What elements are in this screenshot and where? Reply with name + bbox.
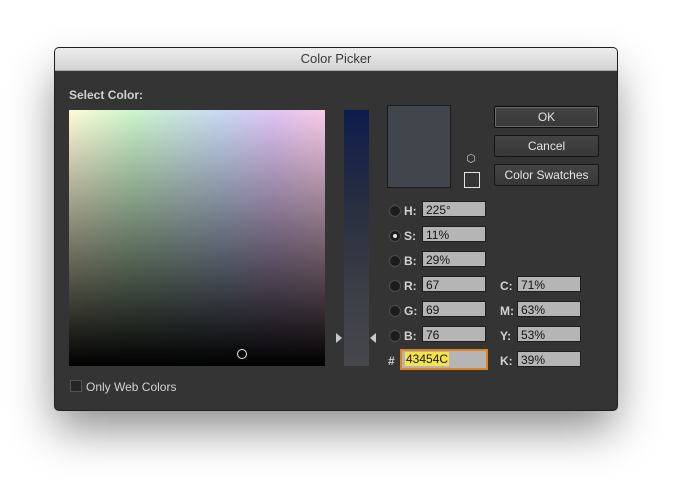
radio-s[interactable] (389, 230, 401, 242)
radio-g[interactable] (389, 305, 401, 317)
s-field[interactable]: 11% (422, 226, 486, 242)
only-web-colors-label[interactable]: Only Web Colors (86, 380, 176, 394)
web-safe-color-swatch[interactable] (464, 172, 480, 188)
b-field[interactable]: 29% (422, 251, 486, 267)
color-slider[interactable] (344, 110, 369, 366)
radio-h[interactable] (389, 205, 401, 217)
radio-b[interactable] (389, 255, 401, 267)
label-c: C: (500, 279, 513, 293)
m-field[interactable]: 63% (517, 301, 581, 317)
hex-hash-label: # (388, 354, 395, 368)
radio-blue[interactable] (389, 330, 401, 342)
g-field[interactable]: 69 (422, 301, 486, 317)
blue-field[interactable]: 76 (422, 326, 486, 342)
label-b: B: (404, 254, 417, 268)
select-color-label: Select Color: (69, 88, 144, 102)
label-g: G: (404, 304, 418, 318)
c-field[interactable]: 71% (517, 276, 581, 292)
h-field[interactable]: 225° (422, 201, 486, 217)
hex-value: 43454C (405, 352, 450, 366)
label-y: Y: (500, 329, 512, 343)
r-field[interactable]: 67 (422, 276, 486, 292)
slider-right-arrow[interactable] (370, 333, 376, 343)
y-field[interactable]: 53% (517, 326, 581, 342)
only-web-colors-checkbox[interactable] (70, 380, 82, 392)
web-safe-cube-icon[interactable]: ⬡ (465, 153, 477, 165)
k-field[interactable]: 39% (517, 351, 581, 367)
label-blue: B: (404, 329, 417, 343)
slider-left-arrow[interactable] (336, 333, 342, 343)
label-r: R: (404, 279, 417, 293)
window-title: Color Picker (55, 48, 617, 71)
cancel-button[interactable]: Cancel (494, 135, 599, 157)
label-m: M: (500, 304, 514, 318)
hex-field[interactable]: 43454C (400, 349, 488, 370)
color-field[interactable] (69, 110, 325, 366)
color-field-marker[interactable] (237, 349, 247, 359)
color-picker-dialog: Color Picker Select Color: ⬡ OK Cancel C… (54, 47, 618, 411)
label-h: H: (404, 204, 417, 218)
radio-r[interactable] (389, 280, 401, 292)
label-k: K: (500, 354, 513, 368)
ok-button[interactable]: OK (494, 106, 599, 128)
color-swatches-button[interactable]: Color Swatches (494, 164, 599, 186)
current-color-swatch (387, 105, 451, 188)
label-s: S: (404, 229, 416, 243)
